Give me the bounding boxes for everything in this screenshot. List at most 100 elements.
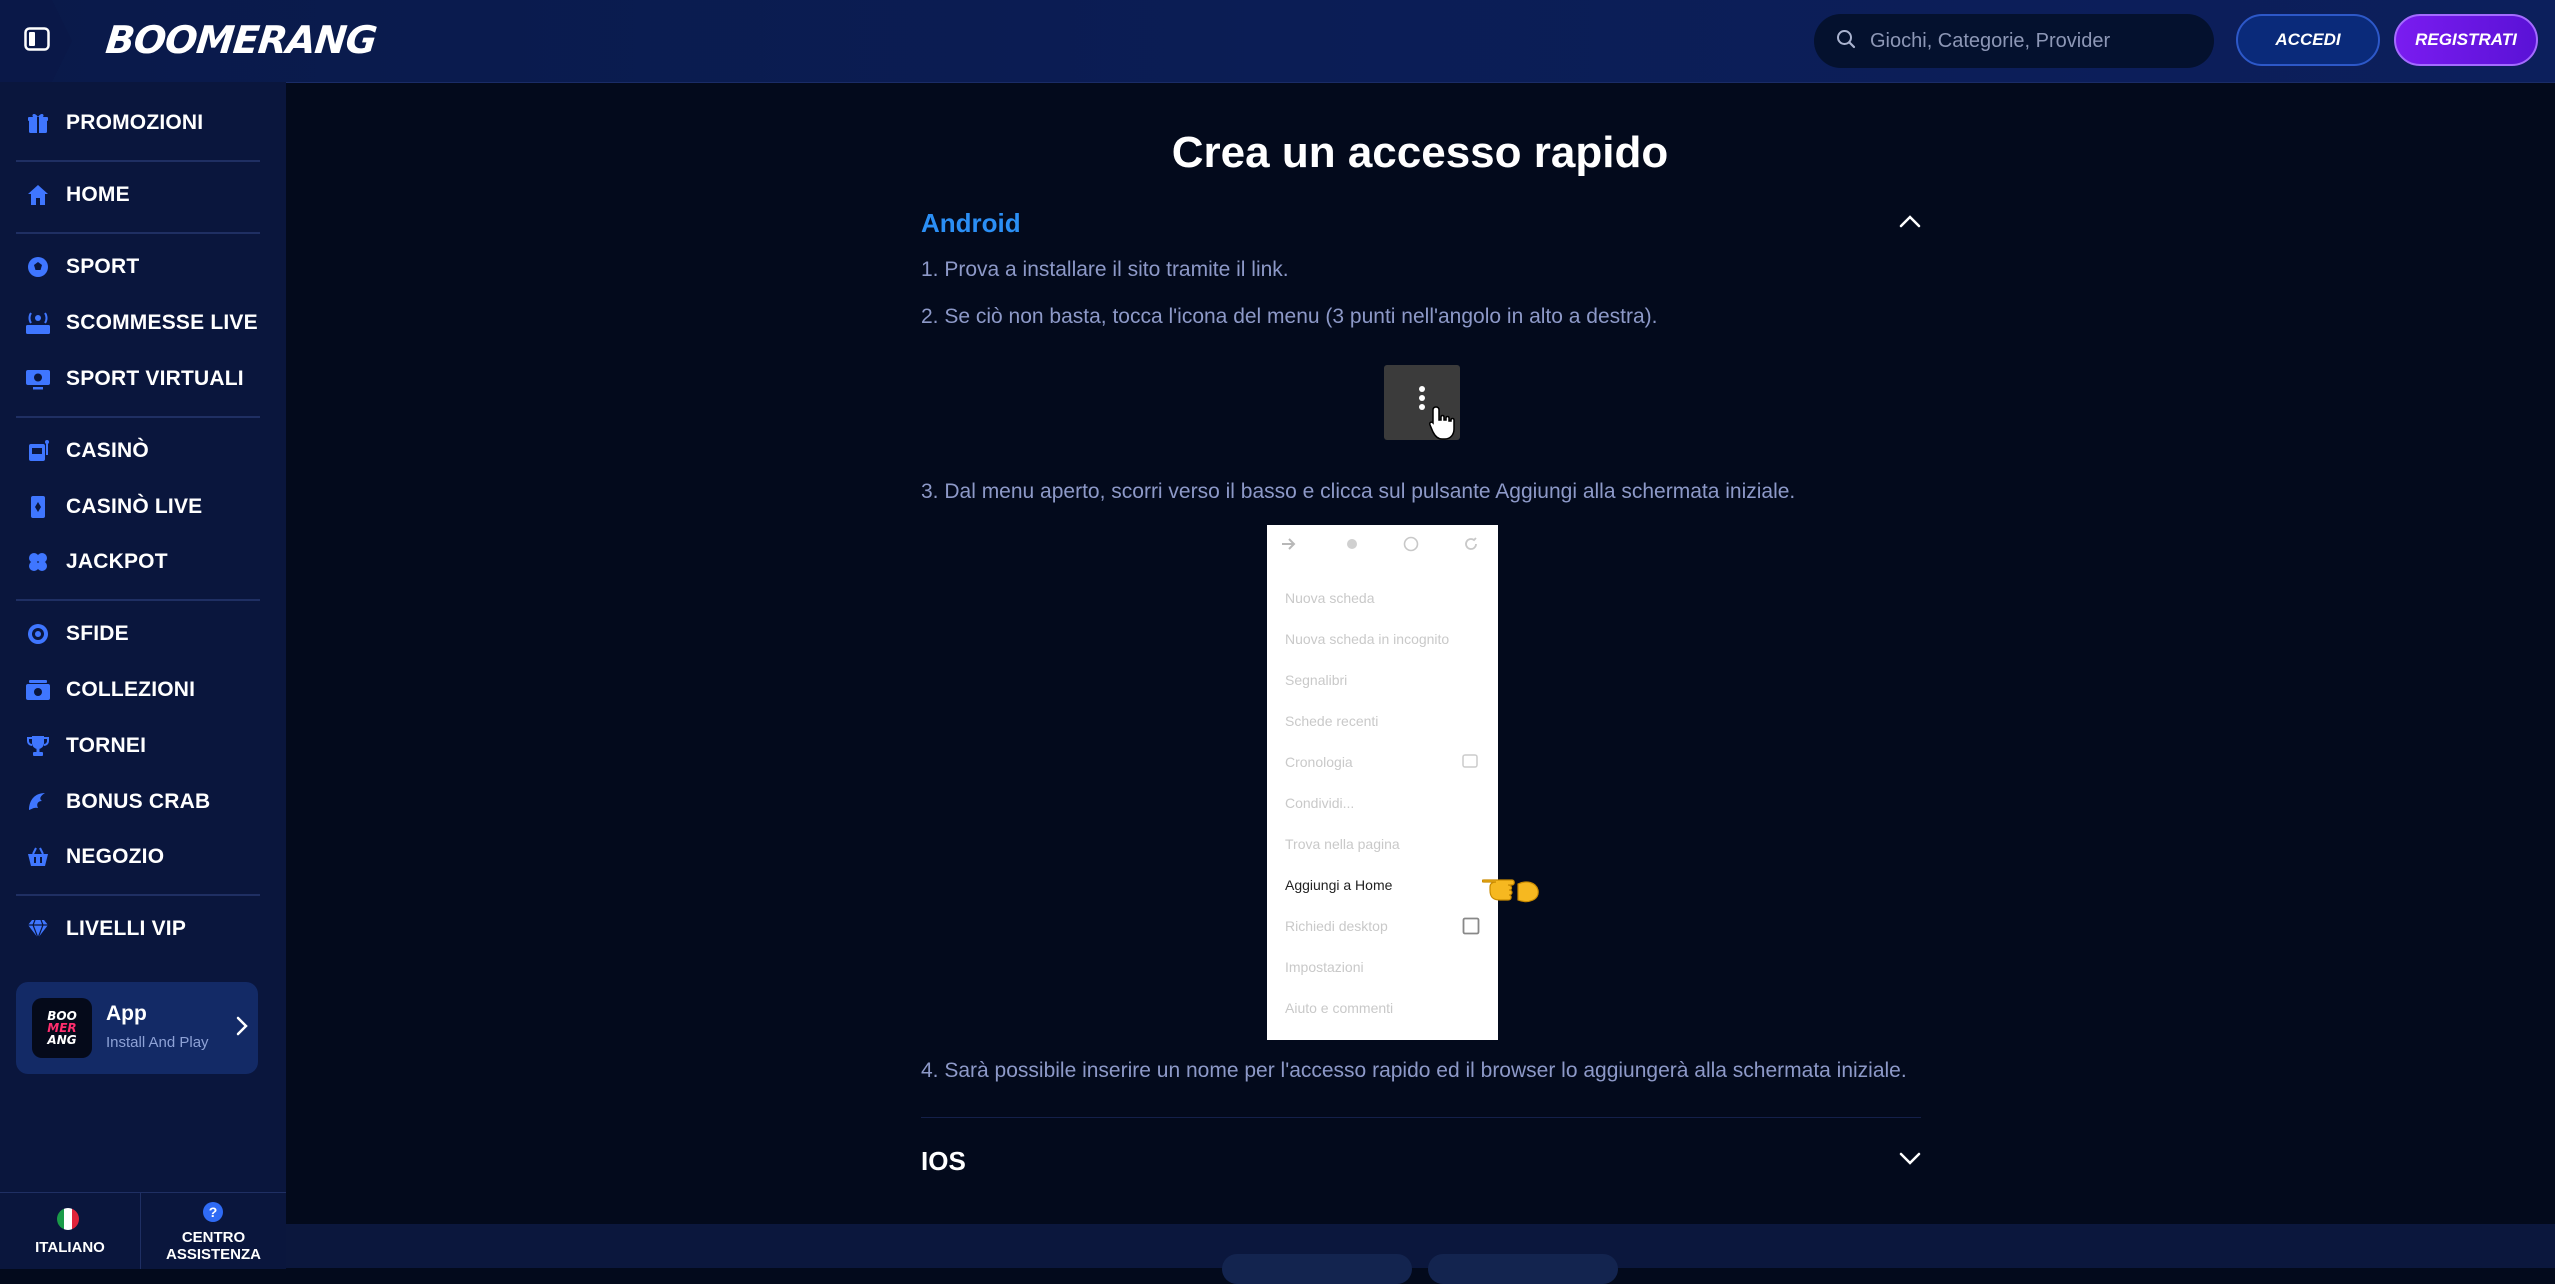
login-button[interactable]: ACCEDI: [2236, 14, 2380, 66]
help-center-button[interactable]: ? CENTRO ASSISTENZA: [141, 1193, 286, 1269]
bottom-section-band: [286, 1224, 2555, 1268]
sidebar-item-bonus-crab[interactable]: BONUS CRAB: [24, 782, 210, 822]
sidebar-item-negozio[interactable]: NEGOZIO: [24, 837, 164, 877]
app-logo-line: ANG: [47, 1033, 77, 1047]
sidebar-item-home[interactable]: HOME: [24, 175, 130, 215]
page-title: Crea un accesso rapido: [1171, 128, 1669, 177]
monitor-icon: [24, 365, 52, 393]
sidebar-divider: [16, 894, 260, 896]
app-install-card[interactable]: BOO MER ANG App Install And Play: [16, 982, 258, 1074]
soccer-ball-icon: [24, 253, 52, 281]
sidebar-item-tornei[interactable]: TORNEI: [24, 726, 146, 766]
sidebar-item-promozioni[interactable]: PROMOZIONI: [24, 103, 203, 143]
sidebar-item-label: COLLEZIONI: [66, 678, 196, 701]
menu-row-history: Cronologia: [1285, 754, 1353, 770]
sidebar-item-label: SCOMMESSE LIVE: [66, 311, 258, 334]
slot-machine-icon: [24, 437, 52, 465]
sidebar-item-sport-virtuali[interactable]: SPORT VIRTUALI: [24, 359, 244, 399]
sidebar-divider: [16, 599, 260, 601]
android-section-title: Android: [921, 208, 1021, 238]
menu-row-desktop: Richiedi desktop: [1285, 918, 1388, 934]
chevron-up-icon: [1899, 214, 1921, 233]
menu-row-recent-tabs: Schede recenti: [1285, 713, 1379, 729]
sidebar-item-label: CASINÒ: [66, 439, 149, 462]
android-menu-screenshot: Nuova scheda Nuova scheda in incognito S…: [1267, 525, 1498, 1040]
ios-accordion-header[interactable]: IOS: [921, 1146, 1921, 1182]
search-input[interactable]: [1868, 28, 2202, 54]
sidebar-item-scommesse-live[interactable]: SCOMMESSE LIVE: [24, 303, 258, 343]
menu-row-bookmarks: Segnalibri: [1285, 672, 1348, 688]
sidebar-toggle-button[interactable]: [0, 0, 72, 82]
menu-row-help: Aiuto e commenti: [1285, 1000, 1394, 1016]
more-vertical-icon: [1417, 385, 1427, 420]
ios-section-title: IOS: [921, 1146, 966, 1176]
sidebar-item-label: PROMOZIONI: [66, 111, 204, 134]
chevron-down-icon: [1899, 1152, 1921, 1171]
sidebar-item-livelli-vip[interactable]: LIVELLI VIP: [24, 909, 186, 949]
bottom-pill-button[interactable]: [1222, 1254, 1412, 1284]
bottom-pill-button[interactable]: [1428, 1254, 1618, 1284]
card-icon: [24, 493, 52, 521]
android-step-4: 4. Sarà possibile inserire un nome per l…: [921, 1059, 1907, 1082]
android-step-3: 3. Dal menu aperto, scorri verso il bass…: [921, 480, 1796, 503]
clover-icon: [24, 548, 52, 576]
android-step-2: 2. Se ciò non basta, tocca l'icona del m…: [921, 305, 1658, 328]
menu-row-share: Condividi...: [1285, 795, 1355, 811]
sidebar-item-label: CASINÒ LIVE: [66, 495, 203, 518]
target-icon: [24, 620, 52, 648]
menu-dots-illustration: [1384, 365, 1460, 440]
search-icon: [1836, 29, 1856, 54]
support-label-line1: CENTRO: [181, 1229, 246, 1246]
menu-row-find: Trova nella pagina: [1285, 836, 1400, 852]
menu-row-settings: Impostazioni: [1285, 959, 1364, 975]
top-header: BOOMERANG ACCEDI REGISTRATI: [0, 0, 2555, 83]
app-logo: BOO MER ANG: [32, 998, 92, 1058]
chevron-right-icon: [236, 1016, 248, 1041]
sidebar-divider: [16, 232, 260, 234]
live-icon: [24, 309, 52, 337]
sidebar-item-sfide[interactable]: SFIDE: [24, 614, 129, 654]
trophy-icon: [24, 732, 52, 760]
app-card-subtitle: Install And Play: [106, 1034, 209, 1051]
svg-text:?: ?: [209, 1204, 218, 1220]
menu-row-new-tab: Nuova scheda: [1285, 590, 1375, 606]
android-step-1: 1. Prova a installare il sito tramite il…: [921, 258, 1289, 281]
home-icon: [24, 181, 52, 209]
history-badge-icon: [1462, 754, 1478, 773]
search-box[interactable]: [1814, 14, 2214, 68]
sidebar-item-label: HOME: [66, 183, 130, 206]
sidebar-item-label: NEGOZIO: [66, 845, 165, 868]
sidebar-item-label: JACKPOT: [66, 550, 168, 573]
download-icon: [1403, 536, 1419, 557]
app-card-title: App: [106, 1002, 147, 1025]
support-label-line2: ASSISTENZA: [165, 1246, 261, 1263]
register-button[interactable]: REGISTRATI: [2394, 14, 2538, 66]
sidebar-divider: [16, 416, 260, 418]
android-accordion-header[interactable]: Android: [921, 208, 1921, 244]
hand-cursor-icon: [1428, 405, 1458, 446]
sidebar-item-casino[interactable]: CASINÒ: [24, 431, 149, 471]
sidebar-item-casino-live[interactable]: CASINÒ LIVE: [24, 487, 202, 527]
sidebar-item-label: SPORT: [66, 255, 140, 278]
boomerang-logo[interactable]: BOOMERANG: [103, 14, 379, 66]
sidebar-item-label: SPORT VIRTUALI: [66, 367, 244, 390]
collection-icon: [24, 676, 52, 704]
menu-row-add-to-home: Aggiungi a Home: [1285, 877, 1393, 893]
sidebar-item-label: LIVELLI VIP: [66, 917, 187, 940]
language-selector[interactable]: ITALIANO: [0, 1193, 141, 1269]
checkbox-icon: [1462, 917, 1480, 940]
sidebar-item-collezioni[interactable]: COLLEZIONI: [24, 670, 195, 710]
gift-icon: [24, 109, 52, 137]
help-icon: ?: [202, 1201, 224, 1228]
menu-toolbar: [1267, 525, 1498, 565]
basket-icon: [24, 843, 52, 871]
sidebar-item-label: BONUS CRAB: [66, 790, 211, 813]
language-label: ITALIANO: [35, 1239, 105, 1256]
crab-claw-icon: [24, 788, 52, 816]
pointing-hand-icon: [1481, 868, 1542, 916]
sidebar: PROMOZIONI HOME SPORT SCOMMESSE LIVE SPO…: [0, 82, 286, 1269]
sidebar-item-sport[interactable]: SPORT: [24, 247, 139, 287]
sidebar-divider: [16, 160, 260, 162]
sidebar-item-jackpot[interactable]: JACKPOT: [24, 542, 168, 582]
arrow-right-icon: [1281, 537, 1297, 556]
